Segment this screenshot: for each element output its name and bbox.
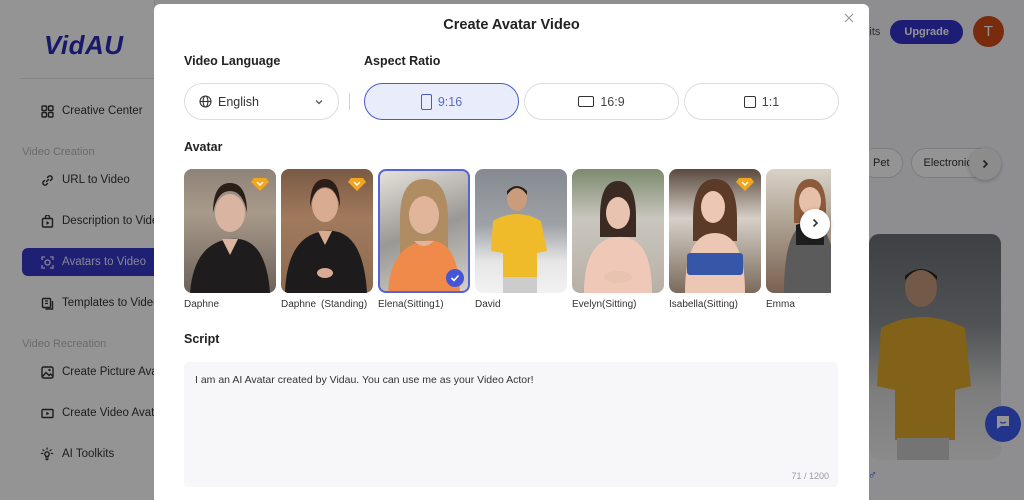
avatar-thumbnail [475,169,567,293]
video-language-select[interactable]: English [184,83,339,120]
avatar-carousel: Daphne Daphne (Standing) Elena(Sitting1) [184,169,831,319]
avatar-name: Daphne (Standing) [281,299,368,310]
aspect-ratio-label: Aspect Ratio [364,54,441,68]
aspect-ratio-1-1-button[interactable]: 1:1 [684,83,839,120]
avatar-card-isabella-sitting[interactable]: Isabella(Sitting) [669,169,761,310]
video-language-label: Video Language [184,54,281,68]
avatar-thumbnail [281,169,373,293]
aspect-ratio-16-9-button[interactable]: 16:9 [524,83,679,120]
avatar-name: Elena(Sitting1) [378,299,444,310]
avatar-card-evelyn-sitting[interactable]: Evelyn(Sitting) [572,169,664,310]
avatar-thumbnail [184,169,276,293]
avatar-name: David [475,299,501,310]
avatar-name: Daphne [184,299,220,310]
aspect-ratio-9-16-button[interactable]: 9:16 [364,83,519,120]
globe-icon [199,95,212,108]
divider [349,93,350,110]
avatar-card-daphne-standing[interactable]: Daphne (Standing) [281,169,373,310]
square-ratio-icon [743,95,756,108]
chevron-right-icon [810,215,820,233]
avatar-carousel-next-button[interactable] [800,209,830,239]
selected-check-icon [446,269,464,287]
script-textarea[interactable]: I am an AI Avatar created by Vidau. You … [184,362,838,487]
premium-crown-icon [348,178,366,191]
aspect-ratio-label-text: 1:1 [761,94,780,109]
landscape-ratio-icon [578,96,595,107]
avatar-thumbnail [378,169,470,293]
avatar-card-emma[interactable]: Emma [766,169,831,310]
avatar-thumbnail [669,169,761,293]
avatar-card-david[interactable]: David [475,169,567,310]
script-label: Script [184,332,220,346]
close-icon [844,10,854,26]
premium-crown-icon [251,178,269,191]
create-avatar-video-modal: Create Avatar Video Video Language Aspec… [154,4,869,500]
modal-title: Create Avatar Video [443,17,580,33]
avatar-card-daphne[interactable]: Daphne [184,169,276,310]
chevron-down-icon [314,97,324,107]
script-text: I am an AI Avatar created by Vidau. You … [195,374,534,386]
avatar-name: Emma [766,299,795,310]
video-language-value: English [218,94,259,109]
close-button[interactable] [841,10,857,26]
aspect-ratio-label-text: 9:16 [437,94,463,109]
character-count: 71 / 1200 [791,471,829,481]
premium-crown-icon [736,178,754,191]
avatar-name: Evelyn(Sitting) [572,299,637,310]
portrait-ratio-icon [420,93,432,110]
avatar-card-elena-sitting1[interactable]: Elena(Sitting1) [378,169,470,310]
avatar-name: Isabella(Sitting) [669,299,738,310]
aspect-ratio-label-text: 16:9 [600,94,625,109]
avatar-label: Avatar [184,140,223,154]
avatar-thumbnail [572,169,664,293]
